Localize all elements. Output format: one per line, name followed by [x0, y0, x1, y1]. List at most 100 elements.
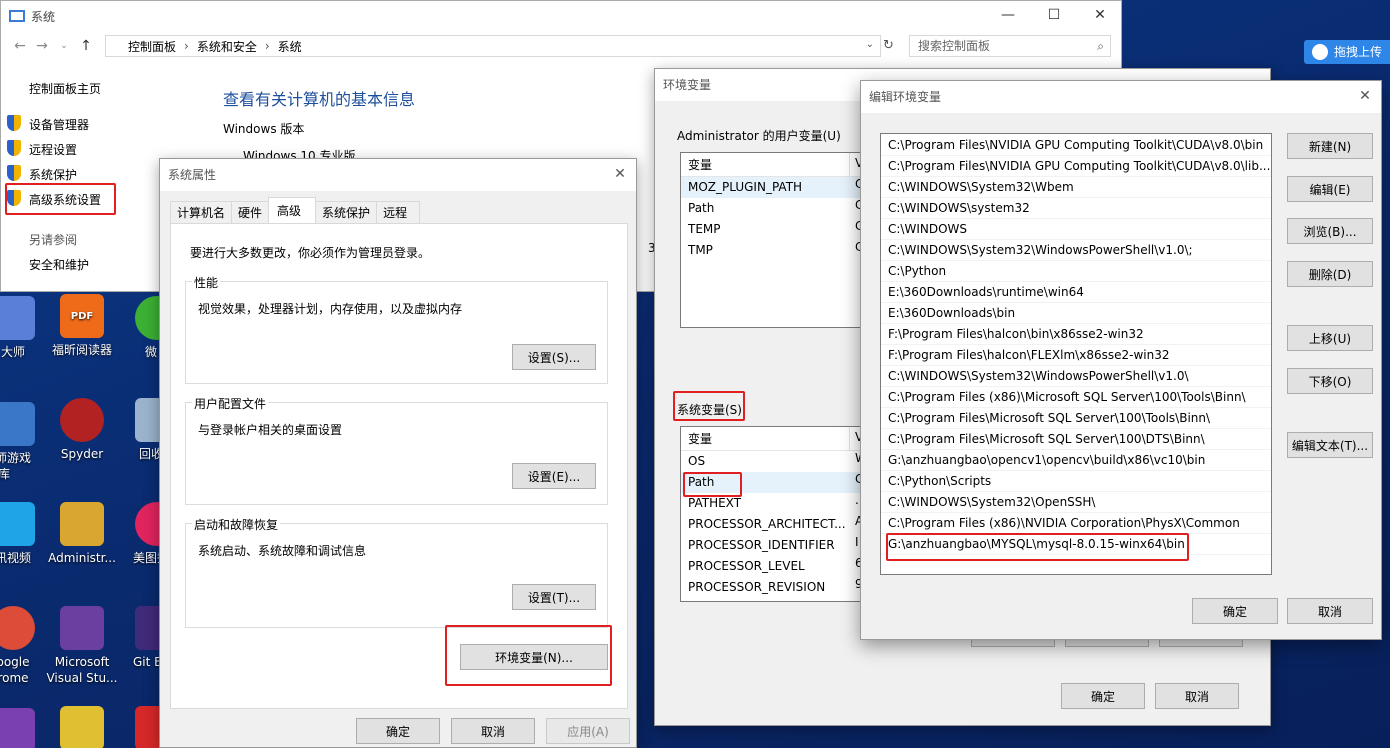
list-item[interactable]: PROCESSOR_LEVEL: [681, 556, 869, 577]
tab-computer-name[interactable]: 计算机名: [170, 201, 233, 223]
performance-settings-button[interactable]: 设置(S)...: [512, 344, 596, 370]
path-entry[interactable]: C:\WINDOWS\System32\OpenSSH\: [881, 492, 1271, 513]
system-properties-dialog: 系统属性 ✕ 计算机名 硬件 高级 系统保护 远程 要进行大多数更改，你必须作为…: [159, 158, 637, 748]
breadcrumb[interactable]: 控制面板 › 系统和安全 › 系统 ⌄: [105, 35, 881, 57]
refresh-icon[interactable]: ↻: [883, 38, 894, 53]
search-icon[interactable]: ⌕: [1097, 36, 1104, 56]
chrome-icon: [0, 606, 35, 650]
path-entry[interactable]: F:\Program Files\halcon\FLEXlm\x86sse2-w…: [881, 345, 1271, 366]
system-vars-list[interactable]: 变量 OS Path PATHEXT PROCESSOR_ARCHITECT..…: [680, 426, 870, 602]
desktop-icon[interactable]: Administr...: [43, 502, 121, 566]
path-entry[interactable]: C:\Program Files\NVIDIA GPU Computing To…: [881, 135, 1271, 156]
path-entry[interactable]: C:\WINDOWS\system32: [881, 198, 1271, 219]
tab-advanced[interactable]: 高级: [268, 197, 317, 223]
see-also-label: 另请参阅: [29, 233, 78, 247]
list-item[interactable]: PROCESSOR_REVISION: [681, 577, 869, 598]
path-list[interactable]: C:\Program Files\NVIDIA GPU Computing To…: [880, 133, 1272, 575]
list-item[interactable]: PROCESSOR_IDENTIFIER: [681, 535, 869, 556]
path-entry[interactable]: C:\Program Files\Microsoft SQL Server\10…: [881, 429, 1271, 450]
cancel-button[interactable]: 取消: [451, 718, 535, 744]
desktop-icon[interactable]: Microsoft Visual Stu...: [43, 606, 121, 686]
chevron-right-icon[interactable]: ›: [265, 39, 270, 53]
up-icon[interactable]: ↑: [75, 38, 97, 54]
variable-name: Path: [688, 201, 715, 215]
close-icon[interactable]: ✕: [1077, 1, 1123, 29]
breadcrumb-item[interactable]: 系统: [278, 38, 302, 55]
profile-settings-button[interactable]: 设置(E)...: [512, 463, 596, 489]
column-header[interactable]: 变量: [681, 427, 869, 451]
maximize-icon[interactable]: ☐: [1031, 1, 1077, 29]
desktop-icon-label: Spyder: [60, 447, 104, 461]
list-item[interactable]: TMP: [681, 240, 869, 261]
path-entry[interactable]: C:\Program Files (x86)\Microsoft SQL Ser…: [881, 387, 1271, 408]
back-icon[interactable]: ←: [9, 38, 31, 54]
chevron-down-icon[interactable]: ⌄: [53, 41, 75, 51]
edit-button[interactable]: 编辑(E): [1287, 176, 1373, 202]
dropdown-icon[interactable]: ⌄: [866, 39, 874, 50]
visual-studio-icon: [60, 606, 104, 650]
sidebar-item-remote[interactable]: 远程设置: [29, 141, 77, 158]
video-icon: [0, 502, 35, 546]
desktop-icon[interactable]: Spyder: [43, 398, 121, 462]
highlight-box: [445, 625, 612, 686]
path-entry[interactable]: E:\360Downloads\runtime\win64: [881, 282, 1271, 303]
list-item[interactable]: MOZ_PLUGIN_PATH: [681, 177, 869, 198]
path-entry[interactable]: E:\360Downloads\bin: [881, 303, 1271, 324]
delete-button[interactable]: 删除(D): [1287, 261, 1373, 287]
path-entry[interactable]: G:\anzhuangbao\opencv1\opencv\build\x86\…: [881, 450, 1271, 471]
path-entry[interactable]: C:\Python\Scripts: [881, 471, 1271, 492]
column-header[interactable]: 变量: [681, 153, 869, 177]
bird-icon: [60, 706, 104, 748]
sidebar-item-device-manager[interactable]: 设备管理器: [29, 116, 89, 133]
list-item[interactable]: OS: [681, 451, 869, 472]
minimize-icon[interactable]: —: [985, 1, 1031, 29]
shield-icon: [7, 140, 21, 156]
user-vars-list[interactable]: 变量 MOZ_PLUGIN_PATH Path TEMP TMP V C C C…: [680, 152, 870, 328]
path-entry[interactable]: C:\WINDOWS\System32\Wbem: [881, 177, 1271, 198]
tab-system-protection[interactable]: 系统保护: [315, 201, 378, 223]
path-entry[interactable]: C:\WINDOWS: [881, 219, 1271, 240]
apply-button[interactable]: 应用(A): [546, 718, 630, 744]
breadcrumb-item[interactable]: 系统和安全: [197, 38, 257, 55]
ok-button[interactable]: 确定: [1061, 683, 1145, 709]
upload-button[interactable]: 拖拽上传: [1304, 40, 1390, 64]
path-entry[interactable]: C:\Program Files\Microsoft SQL Server\10…: [881, 408, 1271, 429]
list-item[interactable]: PROCESSOR_ARCHITECT...: [681, 514, 869, 535]
monitor-icon: [9, 10, 25, 22]
ok-button[interactable]: 确定: [1192, 598, 1278, 624]
new-button[interactable]: 新建(N): [1287, 133, 1373, 159]
sidebar-item-security[interactable]: 安全和维护: [29, 256, 89, 273]
list-item[interactable]: Path: [681, 198, 869, 219]
path-entry[interactable]: C:\Python: [881, 261, 1271, 282]
cancel-button[interactable]: 取消: [1287, 598, 1373, 624]
path-entry[interactable]: C:\Program Files\NVIDIA GPU Computing To…: [881, 156, 1271, 177]
cancel-button[interactable]: 取消: [1155, 683, 1239, 709]
move-up-button[interactable]: 上移(U): [1287, 325, 1373, 351]
path-entry[interactable]: C:\WINDOWS\System32\WindowsPowerShell\v1…: [881, 366, 1271, 387]
startup-settings-button[interactable]: 设置(T)...: [512, 584, 596, 610]
close-icon[interactable]: ✕: [1357, 88, 1373, 104]
chevron-right-icon[interactable]: ›: [184, 39, 189, 53]
edit-text-button[interactable]: 编辑文本(T)...: [1287, 432, 1373, 458]
tab-hardware[interactable]: 硬件: [231, 201, 270, 223]
desktop-icon[interactable]: [43, 706, 121, 748]
variable-name: PROCESSOR_ARCHITECT...: [688, 517, 846, 531]
path-entry[interactable]: C:\WINDOWS\System32\WindowsPowerShell\v1…: [881, 240, 1271, 261]
group-title: 启动和故障恢复: [192, 516, 281, 533]
forward-icon[interactable]: →: [31, 38, 53, 54]
desktop-icon[interactable]: PDF 福昕阅读器: [43, 294, 121, 358]
browse-button[interactable]: 浏览(B)...: [1287, 218, 1373, 244]
sidebar-item-protection[interactable]: 系统保护: [29, 166, 77, 183]
list-item[interactable]: TEMP: [681, 219, 869, 240]
path-entry[interactable]: F:\Program Files\halcon\bin\x86sse2-win3…: [881, 324, 1271, 345]
ok-button[interactable]: 确定: [356, 718, 440, 744]
breadcrumb-item[interactable]: 控制面板: [128, 38, 176, 55]
close-icon[interactable]: ✕: [612, 166, 628, 182]
search-input[interactable]: 搜索控制面板 ⌕: [909, 35, 1111, 57]
sidebar-item-home[interactable]: 控制面板主页: [29, 80, 101, 97]
move-down-button[interactable]: 下移(O): [1287, 368, 1373, 394]
desktop-icon-label: Administr...: [48, 551, 116, 565]
app-icon: [0, 296, 35, 340]
path-entry[interactable]: C:\Program Files (x86)\NVIDIA Corporatio…: [881, 513, 1271, 534]
tab-remote[interactable]: 远程: [376, 201, 421, 223]
